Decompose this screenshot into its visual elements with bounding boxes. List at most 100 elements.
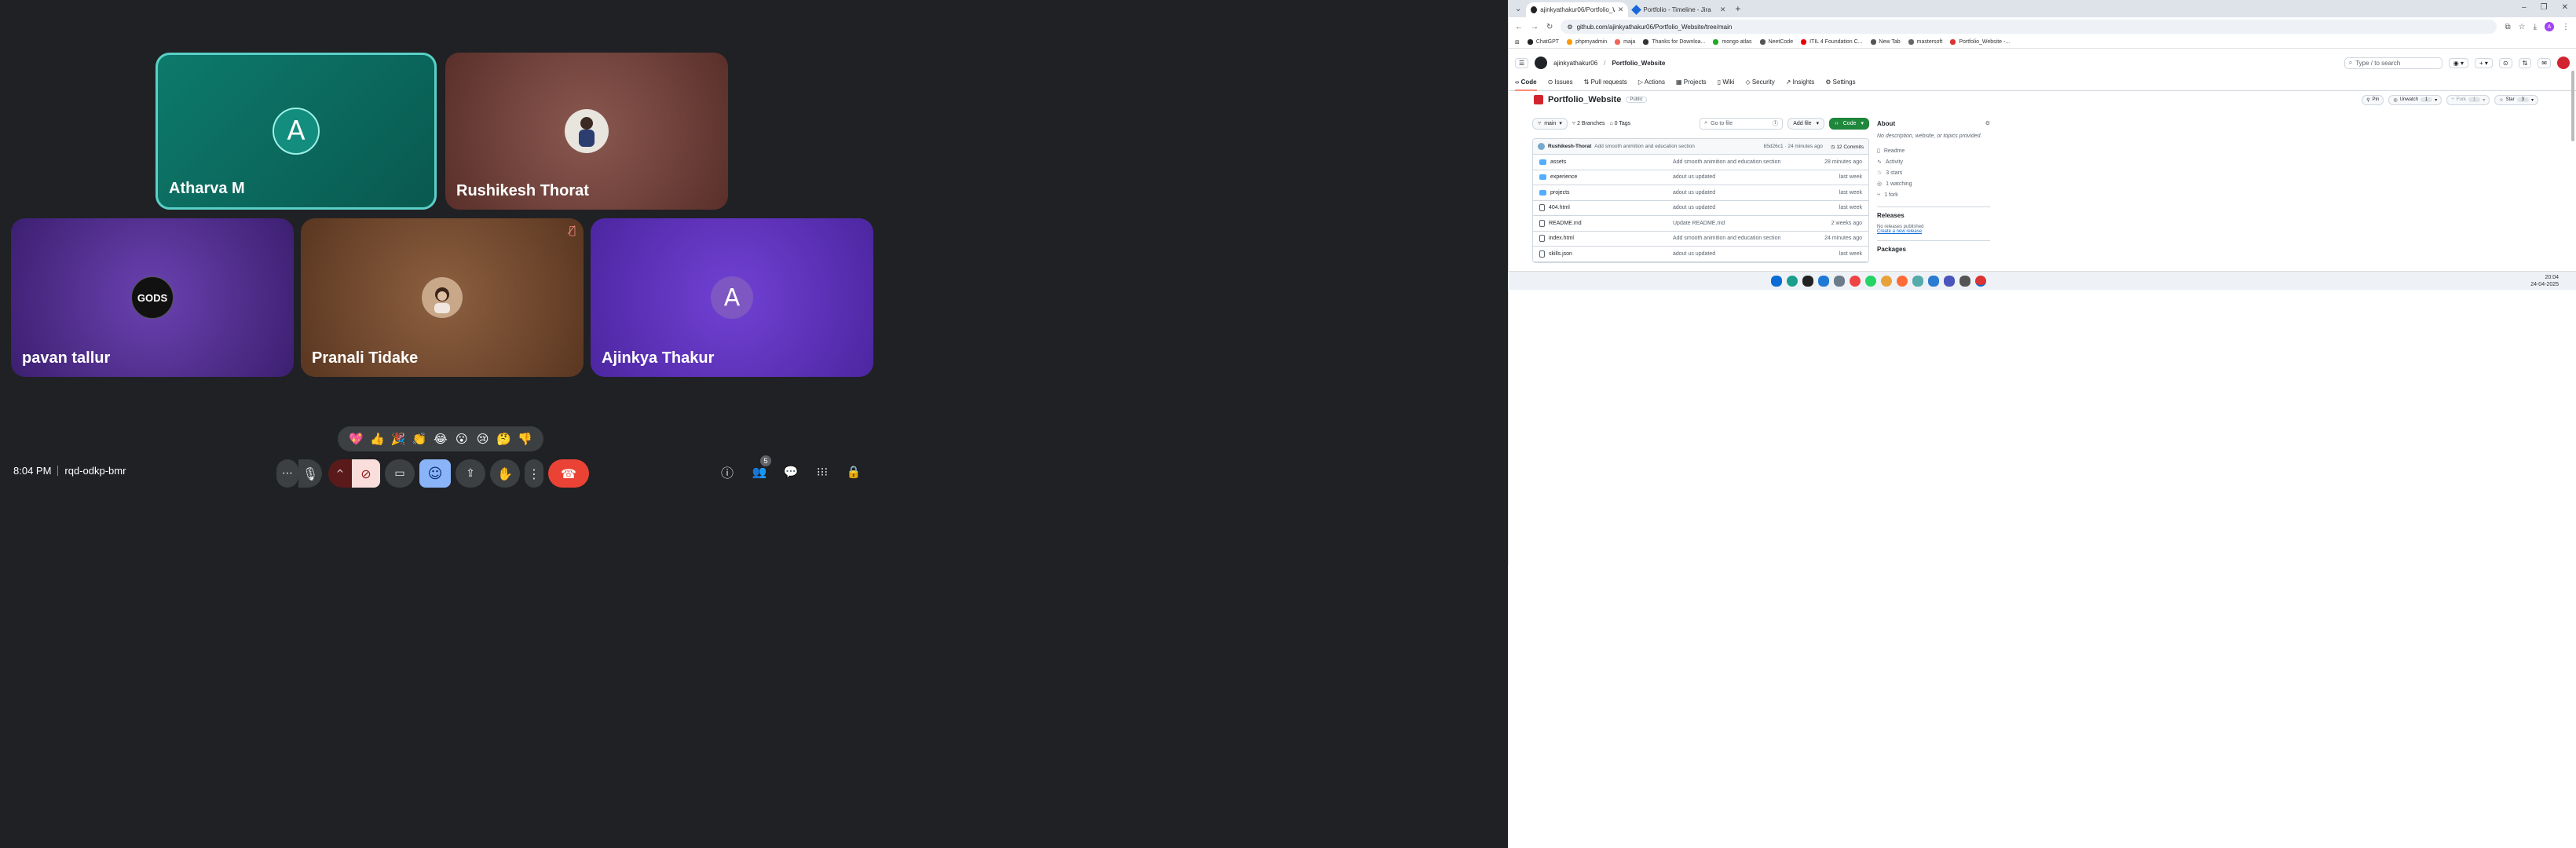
close-tab-icon[interactable]: ✕ <box>1720 5 1726 14</box>
nav-settings[interactable]: ⚙ Settings <box>1825 79 1855 86</box>
chat-icon[interactable]: 💬 <box>781 462 801 482</box>
nav-issues[interactable]: ⊙ Issues <box>1548 79 1573 86</box>
reaction-clap[interactable]: 👏 <box>410 432 429 446</box>
repo-link[interactable]: Portfolio_Website <box>1612 60 1665 67</box>
profile-avatar[interactable]: A <box>2545 22 2554 31</box>
file-name[interactable]: 404.html <box>1549 205 1570 210</box>
present-screen-button[interactable]: ⇪ <box>456 459 485 488</box>
forward-icon[interactable]: → <box>1531 23 1539 31</box>
releases-title[interactable]: Releases <box>1877 212 1990 219</box>
bookmark-phpmyadmin[interactable]: phpmyadmin <box>1567 39 1607 45</box>
commit-hash[interactable]: b5d26c1 · 24 minutes ago <box>1764 144 1823 149</box>
menu-icon[interactable]: ⋮ <box>2562 23 2570 31</box>
reaction-sad[interactable]: 😢 <box>474 432 492 446</box>
bookmark-thanks[interactable]: Thanks for Downloa... <box>1643 39 1705 45</box>
reactions-button[interactable]: ☺ <box>419 459 451 488</box>
file-name[interactable]: assets <box>1550 159 1566 165</box>
minimize-icon[interactable]: – <box>2522 3 2527 12</box>
chrome-icon[interactable] <box>1850 275 1861 287</box>
more-options-button[interactable]: ⋮ <box>525 459 543 488</box>
reaction-heart[interactable]: 💖 <box>346 432 365 446</box>
bookmark-portfolio[interactable]: Portfolio_Website -... <box>1950 39 2010 45</box>
issues-icon[interactable]: ⊙ <box>2498 57 2512 68</box>
site-info-icon[interactable]: ⚙ <box>1567 24 1572 31</box>
participant-tile-atharva[interactable]: A Atharva M <box>156 53 437 210</box>
file-name[interactable]: experience <box>1550 174 1577 180</box>
file-name[interactable]: README.md <box>1549 221 1582 226</box>
postman-icon[interactable] <box>1897 275 1908 287</box>
notifications-icon[interactable]: ✉ <box>2538 57 2551 68</box>
start-icon[interactable] <box>1771 275 1782 287</box>
app-icon[interactable] <box>1912 275 1923 287</box>
teams-icon[interactable] <box>1944 275 1955 287</box>
file-explorer-icon[interactable] <box>1834 275 1845 287</box>
nav-security[interactable]: ◇ Security <box>1745 79 1774 86</box>
maximize-icon[interactable]: ❐ <box>2541 3 2548 12</box>
nav-insights[interactable]: ↗ Insights <box>1786 79 1815 86</box>
copilot-icon[interactable]: ◉ ▾ <box>2448 57 2468 68</box>
stars-link[interactable]: ☆ 3 stars <box>1877 167 1990 178</box>
commits-link[interactable]: ◷ 12 Commits <box>1831 144 1864 150</box>
tab-search-icon[interactable]: ⌄ <box>1515 5 1521 13</box>
file-row[interactable]: README.md Update README.md 2 weeks ago <box>1533 216 1868 232</box>
commit-message[interactable]: Add smooth animition and education secti… <box>1594 144 1695 149</box>
bookmark-star-icon[interactable]: ☆ <box>2519 23 2526 31</box>
file-commit-message[interactable]: adout us updated <box>1673 174 1807 180</box>
reaction-thumbs-down[interactable]: 👎 <box>515 432 534 446</box>
tab-github[interactable]: ajinkyathakur06/Portfolio_Web ✕ <box>1526 2 1629 17</box>
tab-jira[interactable]: Portfolio - Timeline - Jira ✕ <box>1628 2 1730 17</box>
pull-requests-icon[interactable]: ⇅ <box>2518 57 2532 68</box>
participant-tile-rushikesh[interactable]: Rushikesh Thorat <box>445 53 728 210</box>
forks-link[interactable]: ⑂ 1 fork <box>1877 189 1990 200</box>
apps-icon[interactable]: ⊞ <box>1515 39 1520 46</box>
reaction-laugh[interactable]: 😂 <box>431 432 450 446</box>
whatsapp-icon[interactable] <box>1865 275 1876 287</box>
bookmark-itil[interactable]: ITIL 4 Foundation C... <box>1801 39 1863 45</box>
readme-link[interactable]: ▯ Readme <box>1877 145 1990 156</box>
more-reactions-button[interactable]: ⋯ <box>276 459 298 488</box>
calculator-icon[interactable] <box>1959 275 1970 287</box>
commit-author[interactable]: Rushikesh-Thorat <box>1548 144 1591 149</box>
captions-button[interactable]: ▭ <box>385 459 415 488</box>
activity-link[interactable]: ∿ Activity <box>1877 156 1990 167</box>
info-icon[interactable]: ⓘ <box>717 462 737 482</box>
unwatch-button[interactable]: ◎ Unwatch 1 ▾ <box>2388 94 2442 105</box>
code-button[interactable]: ‹› Code ▾ <box>1829 117 1869 130</box>
bookmark-mastersoft[interactable]: mastersoft <box>1908 39 1942 45</box>
end-call-button[interactable]: ☎ <box>548 459 589 488</box>
reaction-party[interactable]: 🎉 <box>389 432 408 446</box>
go-to-file-input[interactable]: ⌕ Go to file t <box>1700 117 1784 130</box>
reload-icon[interactable]: ↻ <box>1546 23 1553 31</box>
github-logo-icon[interactable] <box>1535 57 1548 69</box>
nav-projects[interactable]: ▦ Projects <box>1676 79 1707 86</box>
nav-actions[interactable]: ▷ Actions <box>1638 79 1665 86</box>
create-new-icon[interactable]: + ▾ <box>2474 57 2493 68</box>
word-icon[interactable] <box>1928 275 1939 287</box>
branch-select[interactable]: ⑂ main ▾ <box>1532 117 1568 130</box>
file-row[interactable]: experience adout us updated last week <box>1533 170 1868 185</box>
raise-hand-button[interactable]: ✋ <box>490 459 520 488</box>
bookmark-neetcode[interactable]: NeetCode <box>1759 39 1793 45</box>
file-name[interactable]: index.html <box>1549 236 1574 241</box>
nav-wiki[interactable]: ▯ Wiki <box>1718 79 1735 86</box>
scrollbar[interactable] <box>2571 71 2574 141</box>
reaction-thumbs-up[interactable]: 👍 <box>368 432 386 446</box>
file-commit-message[interactable]: Add smooth animition and education secti… <box>1673 236 1807 241</box>
url-field[interactable]: ⚙ github.com/ajinkyathakur06/Portfolio_W… <box>1561 20 2497 34</box>
file-commit-message[interactable]: Update README.md <box>1673 221 1807 226</box>
terminal-icon[interactable] <box>1802 275 1813 287</box>
host-controls-icon[interactable]: 🔒 <box>843 462 864 482</box>
user-avatar[interactable] <box>2557 57 2570 69</box>
search-input[interactable]: ⌕ Type / to search <box>2344 57 2442 69</box>
mic-button[interactable]: 🎙 <box>298 459 322 488</box>
gear-icon[interactable]: ⚙ <box>1985 120 1990 126</box>
file-name[interactable]: projects <box>1550 190 1570 196</box>
file-commit-message[interactable]: adout us updated <box>1673 190 1807 196</box>
file-row[interactable]: projects adout us updated last week <box>1533 185 1868 201</box>
watching-link[interactable]: ◎ 1 watching <box>1877 178 1990 189</box>
camera-options-button[interactable]: ^ <box>328 459 352 488</box>
activities-icon[interactable]: ⁝⁝⁝ <box>812 462 832 482</box>
participant-tile-pavan[interactable]: GODS pavan tallur <box>11 218 294 377</box>
file-row[interactable]: assets Add smooth animition and education… <box>1533 155 1868 170</box>
nav-pull-requests[interactable]: ⇅ Pull requests <box>1584 79 1627 86</box>
